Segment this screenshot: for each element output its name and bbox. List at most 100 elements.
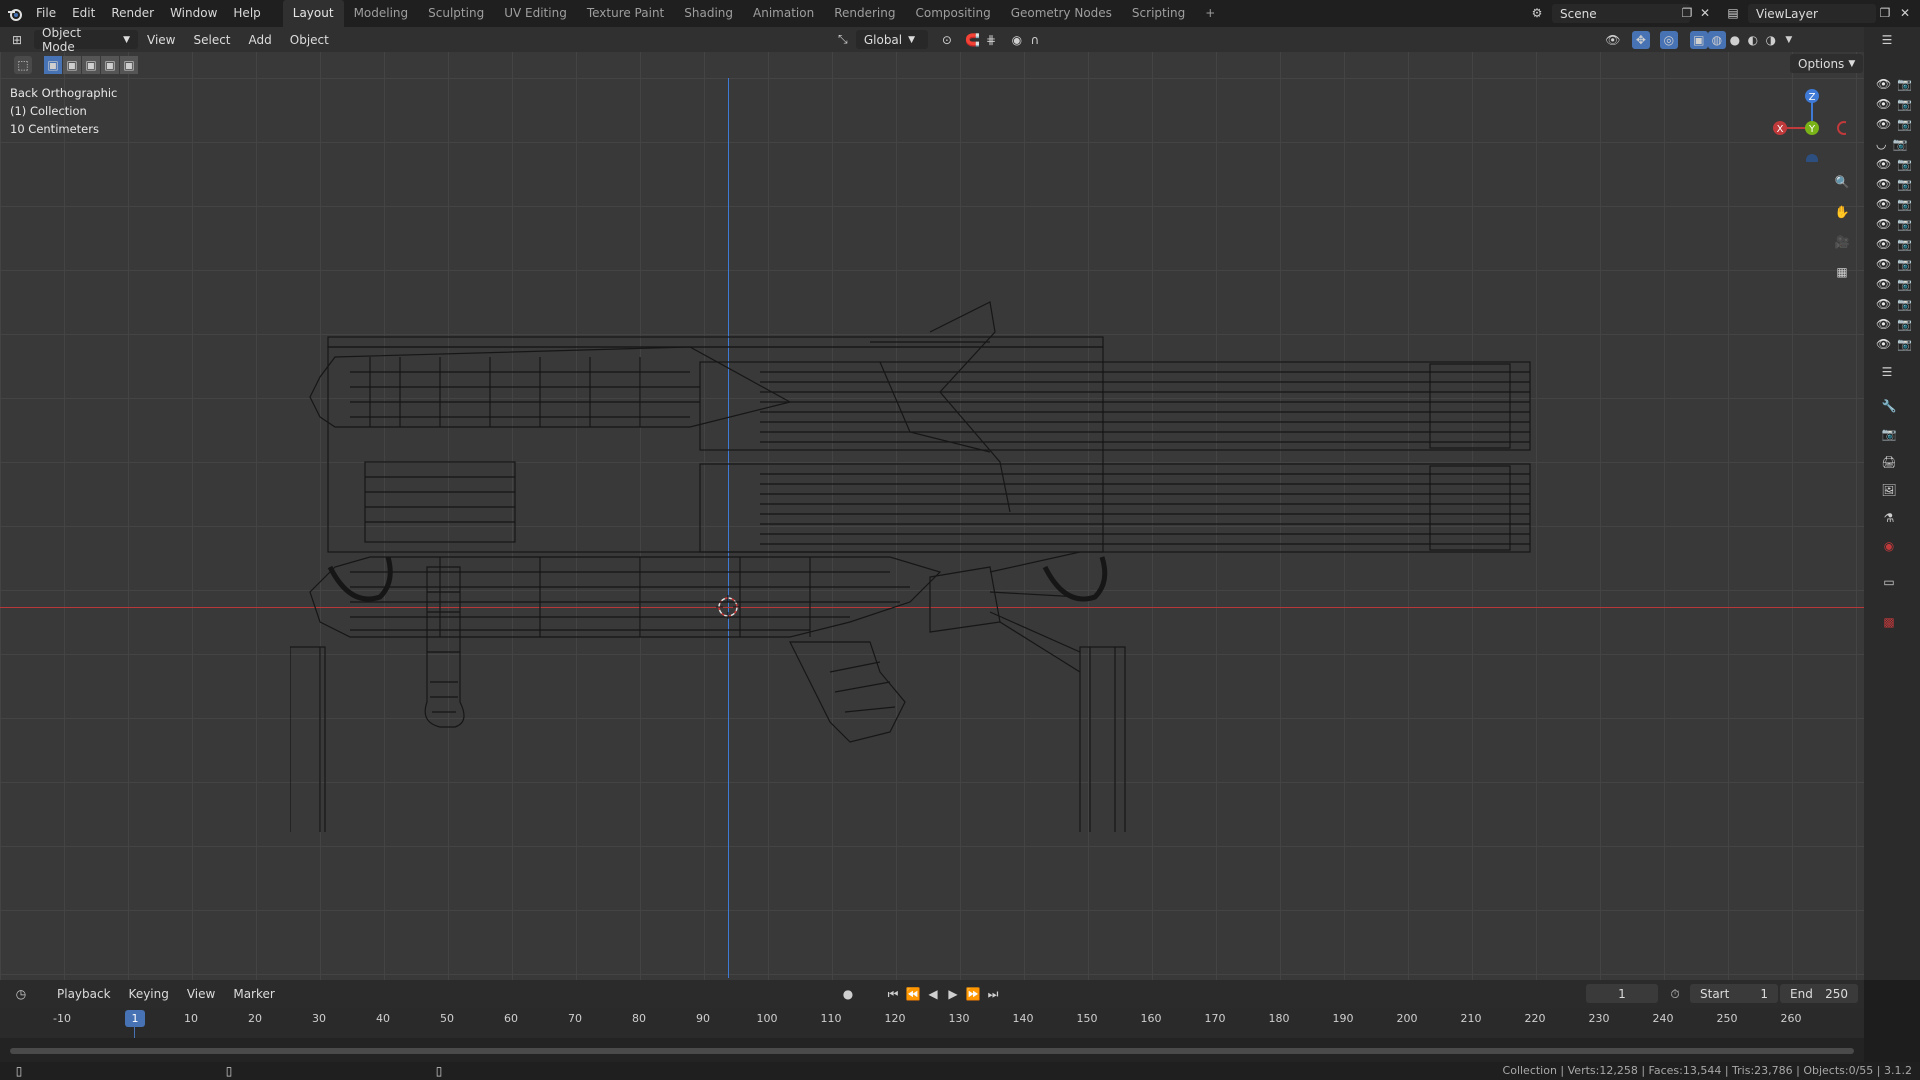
gizmo-neg-x-icon[interactable] [1837,121,1846,135]
tab-scripting[interactable]: Scripting [1122,0,1195,27]
eye-icon[interactable]: 👁 [1876,297,1891,313]
camera-render-icon[interactable]: 📷 [1897,97,1912,113]
mode-dropdown[interactable]: Object Mode ▼ [34,26,138,54]
options-dropdown[interactable]: Options ▼ [1790,54,1864,73]
wireframe-shading-icon[interactable]: ◍ [1707,30,1726,49]
next-keyframe-icon[interactable]: ⏩ [964,985,982,1003]
eye-icon[interactable]: 👁 [1876,157,1891,173]
camera-render-icon[interactable]: 📷 [1897,257,1912,273]
eye-icon[interactable]: 👁 [1876,117,1891,133]
proportional-edit-icon[interactable]: ◉ [1008,31,1026,49]
clock-icon[interactable]: ⏱ [1666,985,1684,1003]
timeline-ruler[interactable]: -10 1 10 20 30 40 50 60 70 80 90 100 110 120 130 140 150… [0,1008,1864,1070]
camera-render-icon[interactable]: 📷 [1897,177,1912,193]
tab-layout[interactable]: Layout [282,0,344,27]
snap-target-icon[interactable]: ⋕ [982,31,1000,49]
eye-icon[interactable]: 👁 [1876,237,1891,253]
camera-render-icon[interactable]: 📷 [1897,77,1912,93]
3d-viewport[interactable]: ⬚ ▣ ▣ ▣ ▣ ▣ Options ▼ Back Orthographic … [0,52,1864,980]
menu-render[interactable]: Render [103,0,162,27]
texture-properties-icon[interactable]: ▩ [1880,613,1898,631]
eye-icon[interactable]: 👁 [1876,277,1891,293]
eye-icon[interactable]: 👁 [1876,97,1891,113]
menu-playback[interactable]: Playback [48,987,120,1001]
camera-render-icon[interactable]: 📷 [1897,117,1912,133]
tab-uv-editing[interactable]: UV Editing [494,0,577,27]
menu-marker[interactable]: Marker [224,987,283,1001]
world-properties-icon[interactable]: ◉ [1880,537,1898,555]
add-workspace-button[interactable]: + [1195,0,1225,27]
collection-properties-icon[interactable]: ▭ [1880,573,1898,591]
blender-logo-icon[interactable] [6,5,24,23]
remove-view-layer-icon[interactable]: ✕ [1896,4,1914,22]
timeline-editor-icon[interactable]: ◷ [12,985,30,1003]
view-layer-field[interactable]: ViewLayer [1748,4,1876,23]
pan-hand-icon[interactable]: ✋ [1831,201,1853,223]
menu-edit[interactable]: Edit [64,0,103,27]
camera-view-icon[interactable]: 🎥 [1831,231,1853,253]
eye-icon[interactable]: 👁 [1876,337,1891,353]
view-layer-icon[interactable]: ▤ [1724,4,1742,22]
tool-properties-icon[interactable]: 🔧 [1880,397,1898,415]
menu-timeline-view[interactable]: View [178,987,224,1001]
menu-select[interactable]: Select [184,33,239,47]
overlay-toggle-icon[interactable]: ◎ [1659,30,1678,49]
select-subtract-icon[interactable]: ▣ [82,56,100,74]
select-new-icon[interactable]: ▣ [44,56,62,74]
eye-icon[interactable]: 👁 [1876,217,1891,233]
camera-render-icon[interactable]: 📷 [1897,197,1912,213]
menu-object[interactable]: Object [281,33,338,47]
record-icon[interactable]: ● [839,985,857,1003]
jump-start-icon[interactable]: ⏮ [884,985,902,1003]
tab-compositing[interactable]: Compositing [905,0,1000,27]
current-frame-field[interactable]: 1 [1586,984,1658,1003]
navigation-gizmo[interactable]: Z X Y [1766,82,1846,162]
new-view-layer-icon[interactable]: ❐ [1876,4,1894,22]
gizmo-neg-z-icon[interactable] [1806,154,1818,162]
camera-render-icon[interactable]: 📷 [1897,317,1912,333]
snap-icon[interactable]: 🧲 [964,31,982,49]
xray-toggle-icon[interactable]: ▣ [1689,30,1708,49]
scene-properties-icon[interactable]: ⚗ [1880,509,1898,527]
menu-help[interactable]: Help [225,0,268,27]
transform-orientation-icon[interactable]: ⤡ [834,31,852,49]
play-reverse-icon[interactable]: ◀ [924,985,942,1003]
render-properties-icon[interactable]: 📷 [1880,425,1898,443]
view-layer-properties-icon[interactable]: 🖼 [1880,481,1898,499]
camera-render-icon[interactable]: 📷 [1897,157,1912,173]
eye-icon[interactable]: 👁 [1876,77,1891,93]
play-icon[interactable]: ▶ [944,985,962,1003]
scene-selector-icon[interactable]: ⚙ [1528,4,1546,22]
output-properties-icon[interactable]: 🖨 [1880,453,1898,471]
menu-keying[interactable]: Keying [120,987,178,1001]
falloff-icon[interactable]: ∩ [1026,31,1044,49]
tab-modeling[interactable]: Modeling [344,0,419,27]
prev-keyframe-icon[interactable]: ⏪ [904,985,922,1003]
camera-render-icon[interactable]: 📷 [1897,237,1912,253]
menu-view[interactable]: View [138,33,184,47]
zoom-icon[interactable]: 🔍 [1831,171,1853,193]
menu-add[interactable]: Add [240,33,281,47]
outliner-editor-icon[interactable]: ☰ [1878,31,1896,49]
eye-icon[interactable]: 👁 [1876,177,1891,193]
pivot-point-icon[interactable]: ⊙ [938,31,956,49]
camera-render-icon[interactable]: 📷 [1897,337,1912,353]
tab-rendering[interactable]: Rendering [824,0,905,27]
timeline-scrollbar[interactable] [10,1048,1854,1054]
camera-render-icon[interactable]: 📷 [1892,137,1907,153]
orientation-dropdown[interactable]: Global ▼ [855,30,928,49]
eye-icon[interactable]: 👁 [1876,257,1891,273]
rendered-shading-icon[interactable]: ◑ [1762,31,1780,49]
remove-scene-icon[interactable]: ✕ [1696,4,1714,22]
tab-texture-paint[interactable]: Texture Paint [577,0,674,27]
select-invert-icon[interactable]: ▣ [101,56,119,74]
wireframe-model[interactable] [290,252,1540,832]
eye-icon[interactable]: 👁 [1876,197,1891,213]
menu-window[interactable]: Window [162,0,225,27]
properties-editor-icon[interactable]: ☰ [1878,363,1896,381]
tab-animation[interactable]: Animation [743,0,824,27]
eye-icon[interactable]: ◡ [1876,137,1886,153]
material-shading-icon[interactable]: ◐ [1744,31,1762,49]
camera-render-icon[interactable]: 📷 [1897,297,1912,313]
new-scene-icon[interactable]: ❐ [1678,4,1696,22]
